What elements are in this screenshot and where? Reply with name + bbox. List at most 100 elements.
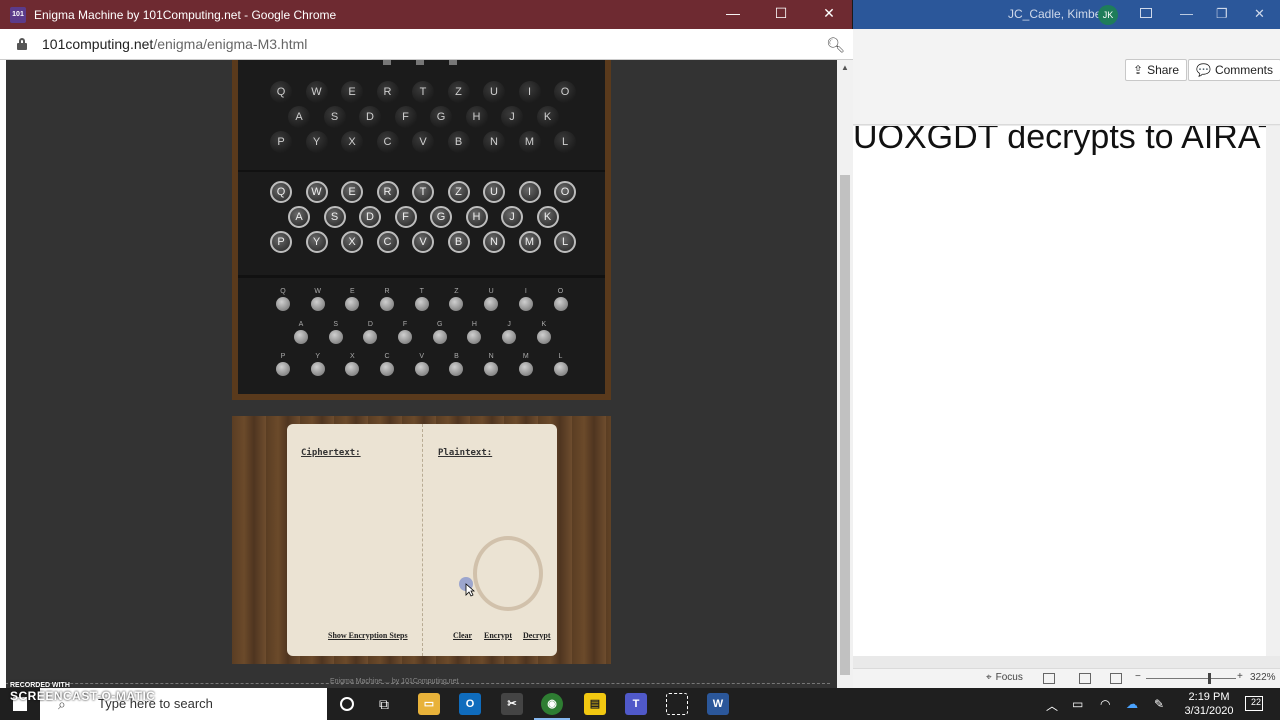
chrome-icon[interactable]: ◉ bbox=[541, 693, 563, 715]
key-s[interactable]: S bbox=[323, 206, 346, 228]
print-layout-icon[interactable] bbox=[1079, 673, 1091, 684]
page-scrollbar[interactable]: ▲ bbox=[837, 60, 853, 688]
plug-socket-h[interactable]: H bbox=[461, 320, 487, 344]
word-icon[interactable]: W bbox=[707, 693, 729, 715]
plug-hole[interactable] bbox=[363, 330, 378, 344]
close-button[interactable]: ✕ bbox=[814, 5, 844, 22]
key-w[interactable]: W bbox=[305, 181, 328, 203]
plug-hole[interactable] bbox=[345, 362, 360, 376]
plug-socket-l[interactable]: L bbox=[548, 352, 574, 376]
plug-socket-y[interactable]: Y bbox=[305, 352, 331, 376]
plug-hole[interactable] bbox=[553, 297, 568, 311]
plug-socket-k[interactable]: K bbox=[531, 320, 557, 344]
plug-hole[interactable] bbox=[414, 362, 429, 376]
key-j[interactable]: J bbox=[501, 206, 523, 228]
url-text[interactable]: 101computing.net/enigma/enigma-M3.html bbox=[42, 36, 307, 52]
plug-hole[interactable] bbox=[553, 362, 568, 376]
pen-icon[interactable]: ✎ bbox=[1154, 697, 1164, 711]
share-button[interactable]: ⇪ Share bbox=[1125, 59, 1188, 81]
onedrive-icon[interactable]: ☁ bbox=[1126, 697, 1138, 711]
plug-socket-q[interactable]: Q bbox=[270, 287, 296, 311]
key-u[interactable]: U bbox=[483, 181, 505, 203]
plug-hole[interactable] bbox=[449, 362, 464, 376]
decrypt-button[interactable]: Decrypt bbox=[523, 631, 551, 640]
plaintext-page[interactable]: Plaintext: Clear Encrypt Decrypt bbox=[422, 424, 557, 656]
key-m[interactable]: M bbox=[518, 231, 541, 253]
maximize-button[interactable]: ☐ bbox=[766, 5, 796, 22]
key-l[interactable]: L bbox=[554, 231, 576, 253]
file-explorer-icon[interactable]: ▭ bbox=[418, 693, 440, 715]
scrollbar-thumb[interactable] bbox=[840, 175, 850, 675]
lock-icon[interactable] bbox=[17, 38, 27, 50]
web-layout-icon[interactable] bbox=[1110, 673, 1122, 684]
key-y[interactable]: Y bbox=[305, 231, 328, 253]
notification-center-icon[interactable]: 22 bbox=[1245, 696, 1263, 711]
show-encryption-steps-link[interactable]: Show Encryption Steps bbox=[328, 631, 408, 640]
ribbon-display-icon[interactable] bbox=[1140, 8, 1152, 18]
key-g[interactable]: G bbox=[430, 206, 452, 228]
plug-socket-n[interactable]: N bbox=[478, 352, 504, 376]
key-q[interactable]: Q bbox=[270, 181, 292, 203]
key-e[interactable]: E bbox=[341, 181, 363, 203]
plug-socket-s[interactable]: S bbox=[323, 320, 349, 344]
plug-hole[interactable] bbox=[294, 330, 308, 344]
zoom-magnifier-icon[interactable]: 🔍︎ bbox=[826, 36, 845, 54]
key-k[interactable]: K bbox=[536, 206, 559, 228]
plug-socket-g[interactable]: G bbox=[427, 320, 453, 344]
zoom-slider-thumb[interactable] bbox=[1208, 673, 1211, 684]
key-b[interactable]: B bbox=[447, 231, 470, 253]
word-restore-button[interactable]: ❐ bbox=[1216, 6, 1228, 22]
plug-socket-j[interactable]: J bbox=[496, 320, 522, 344]
word-avatar[interactable]: JK bbox=[1098, 5, 1118, 25]
teams-icon[interactable]: T bbox=[625, 693, 647, 715]
scroll-up-arrow-icon[interactable]: ▲ bbox=[841, 63, 849, 72]
plug-hole[interactable] bbox=[328, 330, 343, 344]
plug-socket-z[interactable]: Z bbox=[443, 287, 469, 311]
plug-hole[interactable] bbox=[276, 297, 290, 311]
plug-hole[interactable] bbox=[414, 297, 429, 311]
key-a[interactable]: A bbox=[288, 206, 310, 228]
key-v[interactable]: V bbox=[412, 231, 434, 253]
plug-hole[interactable] bbox=[518, 297, 533, 311]
key-n[interactable]: N bbox=[483, 231, 505, 253]
plug-socket-u[interactable]: U bbox=[478, 287, 504, 311]
key-c[interactable]: C bbox=[376, 231, 399, 253]
taskbar-clock[interactable]: 2:19 PM 3/31/2020 bbox=[1183, 690, 1235, 718]
plug-hole[interactable] bbox=[310, 362, 325, 376]
snipping-tool-icon[interactable]: ✂ bbox=[501, 693, 523, 715]
cortana-icon[interactable] bbox=[340, 697, 354, 711]
plug-socket-v[interactable]: V bbox=[409, 352, 435, 376]
key-i[interactable]: I bbox=[518, 181, 541, 203]
word-close-button[interactable]: ✕ bbox=[1254, 6, 1265, 22]
plug-socket-w[interactable]: W bbox=[305, 287, 331, 311]
word-minimize-button[interactable]: — bbox=[1180, 6, 1193, 21]
key-d[interactable]: D bbox=[359, 206, 381, 228]
address-bar[interactable]: 101computing.net/enigma/enigma-M3.html 🔍… bbox=[0, 29, 853, 60]
read-mode-icon[interactable] bbox=[1043, 673, 1055, 684]
plug-socket-a[interactable]: A bbox=[288, 320, 314, 344]
task-view-icon[interactable]: ⧉ bbox=[379, 696, 389, 713]
zoom-out-button[interactable]: − bbox=[1135, 671, 1141, 682]
word-vertical-scrollbar[interactable] bbox=[1266, 126, 1280, 656]
plug-hole[interactable] bbox=[276, 362, 290, 376]
plug-hole[interactable] bbox=[398, 330, 413, 344]
zoom-slider[interactable] bbox=[1146, 678, 1236, 679]
plug-hole[interactable] bbox=[536, 330, 551, 344]
plug-hole[interactable] bbox=[467, 330, 482, 344]
plug-socket-d[interactable]: D bbox=[357, 320, 383, 344]
key-h[interactable]: H bbox=[465, 206, 488, 228]
plug-socket-i[interactable]: I bbox=[513, 287, 539, 311]
key-t[interactable]: T bbox=[412, 181, 434, 203]
plug-socket-e[interactable]: E bbox=[339, 287, 365, 311]
show-hidden-icons-icon[interactable]: ︿ bbox=[1046, 697, 1058, 714]
focus-button[interactable]: ⌖ Focus bbox=[986, 672, 1023, 683]
key-f[interactable]: F bbox=[394, 206, 417, 228]
key-o[interactable]: O bbox=[554, 181, 576, 203]
plug-socket-o[interactable]: O bbox=[548, 287, 574, 311]
plug-hole[interactable] bbox=[502, 330, 517, 344]
key-z[interactable]: Z bbox=[447, 181, 470, 203]
plug-hole[interactable] bbox=[484, 297, 499, 311]
zoom-in-button[interactable]: + bbox=[1237, 671, 1243, 682]
plug-hole[interactable] bbox=[345, 297, 360, 311]
snip-sketch-icon[interactable] bbox=[666, 693, 688, 715]
